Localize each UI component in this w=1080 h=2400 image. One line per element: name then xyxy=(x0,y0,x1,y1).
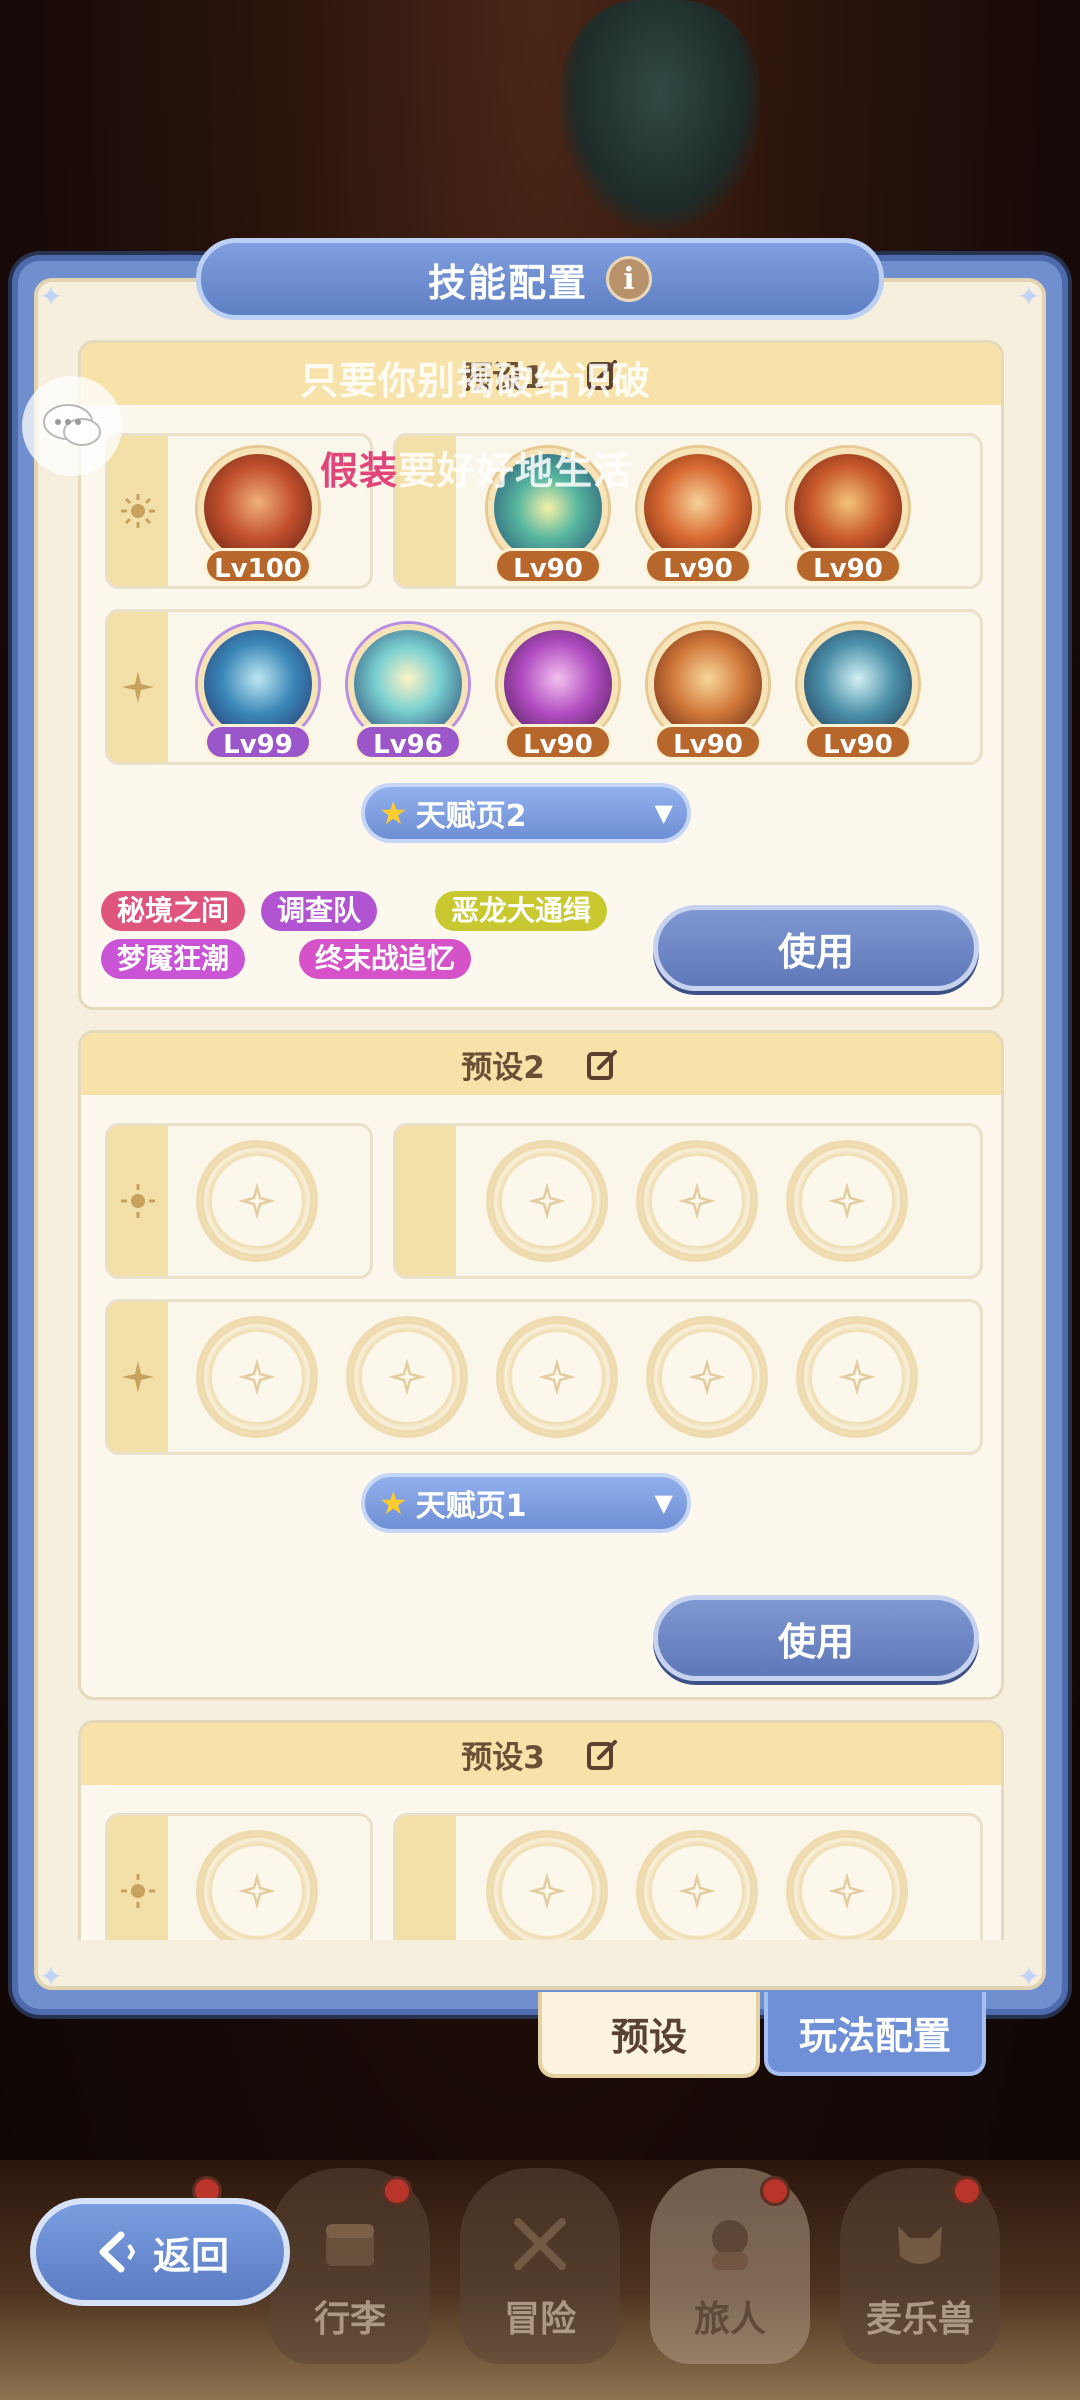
empty-skill-slot[interactable] xyxy=(496,1316,618,1438)
use-preset-button[interactable]: 使用 xyxy=(653,905,979,991)
skill-level-badge: Lv99 xyxy=(204,724,312,760)
info-icon[interactable]: i xyxy=(606,256,652,302)
passive-moon-slot-group xyxy=(393,1123,983,1279)
panel-title-bar: 技能配置 i xyxy=(196,238,884,320)
sparkle-icon xyxy=(108,612,168,762)
star-icon: ★ xyxy=(379,1484,408,1522)
empty-skill-slot[interactable] xyxy=(486,1140,608,1262)
preset-card-3: 预设3 xyxy=(78,1720,1004,1940)
skill-level-badge: Lv90 xyxy=(494,548,602,584)
tab-gameplay-config[interactable]: 玩法配置 xyxy=(764,1992,986,2076)
skill-level-badge: Lv90 xyxy=(794,548,902,584)
talent-page-dropdown[interactable]: ★ 天赋页1 ▼ xyxy=(361,1473,691,1533)
empty-skill-slot[interactable] xyxy=(196,1830,318,1940)
mode-tag: 梦魇狂潮 xyxy=(101,939,246,979)
character-avatar-icon xyxy=(712,2220,748,2270)
corner-ornament: ✦ xyxy=(1017,280,1041,313)
crossed-swords-icon xyxy=(514,2218,566,2270)
lyric-overlay-line-1: 只要你别揭破给识破 xyxy=(300,359,652,403)
mode-tag: 秘境之间 xyxy=(101,891,246,931)
preset-name: 预设3 xyxy=(461,1739,545,1776)
empty-skill-slot[interactable] xyxy=(196,1140,318,1262)
preset-list[interactable]: 预设1 Lv100 Lv90 Lv90 Lv90 Lv99 Lv96 Lv90 xyxy=(78,340,1004,1940)
chest-icon xyxy=(326,2224,374,2266)
passive-sun-slot-group xyxy=(105,1123,373,1279)
sun-icon xyxy=(108,1816,168,1940)
chevron-down-icon: ▼ xyxy=(654,1489,673,1517)
preset-name: 预设2 xyxy=(461,1049,545,1086)
notification-dot xyxy=(760,2176,790,2206)
skill-level-badge: Lv96 xyxy=(354,724,462,760)
skill-level-badge: Lv90 xyxy=(644,548,752,584)
talent-page-label: 天赋页2 xyxy=(415,799,527,834)
chat-icon[interactable] xyxy=(22,376,122,476)
skill-level-badge: Lv90 xyxy=(654,724,762,760)
character-silhouette xyxy=(560,0,760,230)
active-slot-group xyxy=(105,1299,983,1455)
back-button[interactable]: 返回 xyxy=(30,2198,290,2306)
panel-title: 技能配置 xyxy=(427,260,588,305)
corner-ornament: ✦ xyxy=(1017,1960,1041,1993)
corner-ornament: ✦ xyxy=(39,280,63,313)
empty-skill-slot[interactable] xyxy=(786,1830,908,1940)
sun-icon xyxy=(108,1126,168,1276)
nav-item-adventure[interactable]: 冒险 xyxy=(460,2168,620,2364)
moon-icon xyxy=(396,1816,456,1940)
empty-skill-slot[interactable] xyxy=(636,1140,758,1262)
empty-skill-slot[interactable] xyxy=(346,1316,468,1438)
moon-icon xyxy=(396,1126,456,1276)
passive-sun-slot-group xyxy=(105,1813,373,1940)
empty-skill-slot[interactable] xyxy=(786,1140,908,1262)
empty-skill-slot[interactable] xyxy=(796,1316,918,1438)
passive-moon-slot-group xyxy=(393,1813,983,1940)
notification-dot xyxy=(952,2176,982,2206)
mode-tag: 恶龙大通缉 xyxy=(435,891,608,931)
lyric-overlay-line-2: 假装要好好地生活 xyxy=(320,449,633,493)
preset-header: 预设2 xyxy=(81,1033,1001,1095)
preset-card-2: 预设2 ★ 天赋页1 ▼ 使用 xyxy=(78,1030,1004,1700)
skill-level-badge: Lv100 xyxy=(204,548,312,584)
talent-page-dropdown[interactable]: ★ 天赋页2 ▼ xyxy=(361,783,691,843)
empty-skill-slot[interactable] xyxy=(196,1316,318,1438)
edit-icon[interactable] xyxy=(585,1736,621,1772)
beast-icon xyxy=(898,2226,942,2264)
mode-tag: 调查队 xyxy=(261,891,378,931)
preset-header: 预设3 xyxy=(81,1723,1001,1785)
mode-tag: 终末战追忆 xyxy=(299,939,472,979)
empty-skill-slot[interactable] xyxy=(486,1830,608,1940)
sparkle-icon xyxy=(108,1302,168,1452)
use-preset-button[interactable]: 使用 xyxy=(653,1595,979,1681)
skill-level-badge: Lv90 xyxy=(504,724,612,760)
corner-ornament: ✦ xyxy=(39,1960,63,1993)
sun-icon xyxy=(108,436,168,586)
edit-icon[interactable] xyxy=(585,1046,621,1082)
active-slot-group: Lv99 Lv96 Lv90 Lv90 Lv90 xyxy=(105,609,983,765)
chevron-down-icon: ▼ xyxy=(654,799,673,827)
empty-skill-slot[interactable] xyxy=(646,1316,768,1438)
back-arrow-icon xyxy=(99,2231,136,2273)
tab-preset[interactable]: 预设 xyxy=(538,1992,760,2078)
skill-level-badge: Lv90 xyxy=(804,724,912,760)
star-icon: ★ xyxy=(379,794,408,832)
talent-page-label: 天赋页1 xyxy=(415,1489,527,1524)
notification-dot xyxy=(382,2176,412,2206)
empty-skill-slot[interactable] xyxy=(636,1830,758,1940)
